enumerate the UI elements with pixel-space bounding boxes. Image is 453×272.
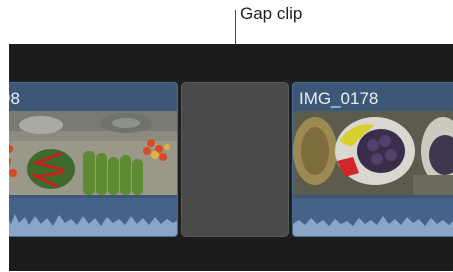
audio-waveform [293,198,453,236]
timeline-upper-band [9,44,453,80]
gap-clip-callout-label: Gap clip [240,4,303,23]
video-clip-left[interactable]: 98 [9,82,178,237]
clip-title: 98 [9,89,20,108]
gap-clip[interactable] [181,82,289,237]
video-clip-right[interactable]: IMG_0178 [292,82,453,237]
clip-title: IMG_0178 [299,89,379,108]
timeline[interactable]: 98 [9,44,453,271]
audio-waveform [9,198,177,236]
clip-filmstrip-thumbnail [293,111,453,195]
timeline-lower-band [9,235,453,271]
clip-filmstrip-thumbnail [9,111,177,195]
